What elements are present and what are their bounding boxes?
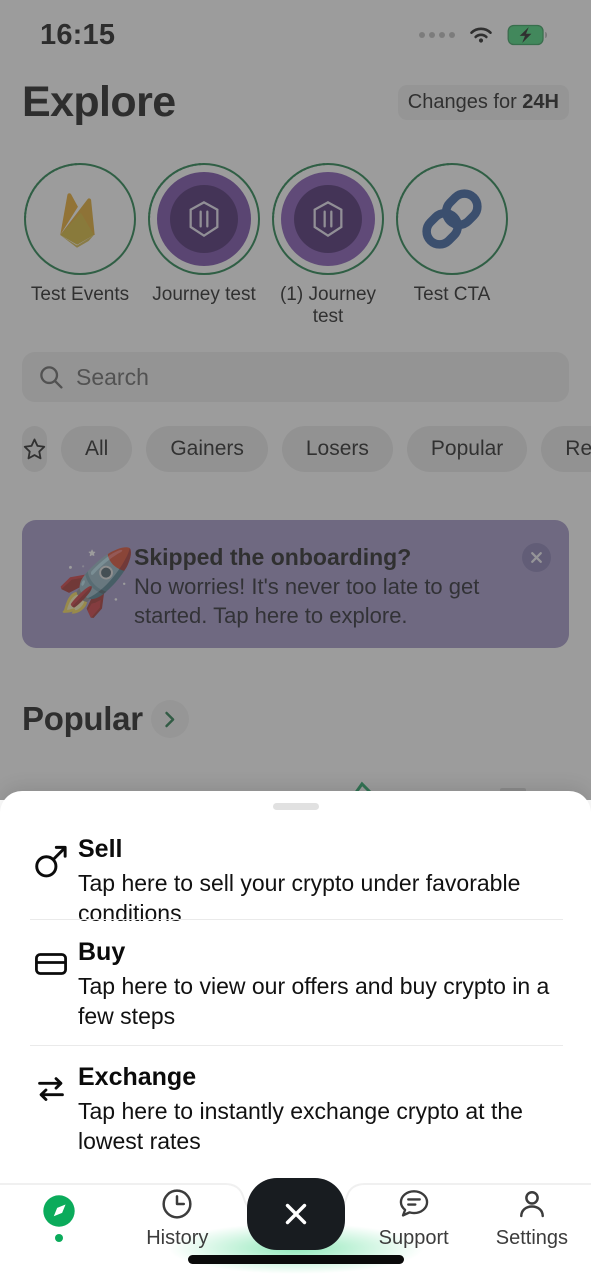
nav-item-explore[interactable] (0, 1194, 118, 1242)
nav-item-history[interactable]: History (118, 1187, 236, 1250)
nav-item-label: History (146, 1226, 209, 1249)
sheet-item-buy[interactable]: Buy Tap here to view our offers and buy … (30, 939, 563, 1031)
exchange-arrows-icon (30, 1068, 72, 1110)
sheet-item-title: Buy (78, 938, 126, 966)
sheet-item-body: Buy Tap here to view our offers and buy … (78, 939, 563, 1031)
sheet-item-description: Tap here to view our offers and buy cryp… (78, 973, 550, 1029)
home-indicator[interactable] (187, 1255, 404, 1264)
nav-item-support[interactable]: Support (355, 1187, 473, 1250)
nav-item-label: Support (378, 1226, 449, 1249)
sheet-item-body: Exchange Tap here to instantly exchange … (78, 1064, 563, 1156)
clock-icon (162, 1188, 192, 1219)
compass-icon (43, 1195, 75, 1227)
credit-card-icon (30, 943, 72, 985)
close-icon (285, 1203, 306, 1225)
close-sheet-button[interactable] (246, 1178, 345, 1250)
sheet-item-sell[interactable]: Sell Tap here to sell your crypto under … (30, 836, 563, 928)
sheet-item-description: Tap here to instantly exchange crypto at… (78, 1098, 523, 1154)
sell-arrow-icon (30, 840, 72, 882)
sheet-scrim-overlay[interactable] (0, 0, 591, 800)
sheet-item-title: Sell (78, 835, 123, 863)
sheet-item-title: Exchange (78, 1063, 197, 1091)
sheet-item-body: Sell Tap here to sell your crypto under … (78, 836, 563, 928)
sheet-divider (30, 919, 563, 920)
chat-icon (399, 1189, 428, 1217)
nav-item-settings[interactable]: Settings (473, 1187, 591, 1250)
person-icon (519, 1190, 544, 1217)
phone-screen: 16:15 (0, 0, 591, 1280)
sheet-divider (30, 1045, 563, 1046)
nav-item-label: Settings (495, 1226, 569, 1249)
drag-handle[interactable] (272, 803, 319, 810)
nav-active-dot (55, 1234, 64, 1242)
bottom-navigation-bar: History Support Settings (0, 1170, 591, 1280)
sheet-item-exchange[interactable]: Exchange Tap here to instantly exchange … (30, 1064, 563, 1156)
